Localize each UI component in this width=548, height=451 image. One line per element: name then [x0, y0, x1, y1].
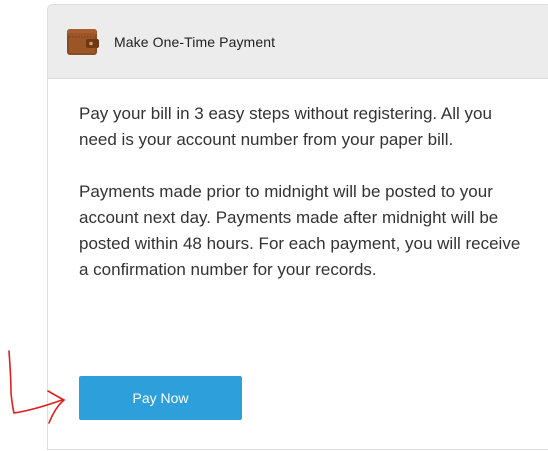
wallet-icon: [66, 25, 100, 59]
card-title: Make One-Time Payment: [114, 33, 276, 50]
pay-now-button[interactable]: Pay Now: [79, 376, 242, 420]
card-body: Pay your bill in 3 easy steps without re…: [48, 79, 548, 283]
instructions-paragraph: Pay your bill in 3 easy steps without re…: [79, 104, 492, 149]
card-header: Make One-Time Payment: [48, 5, 548, 79]
page: Make One-Time Payment Pay your bill in 3…: [0, 0, 548, 451]
posting-info-paragraph: Payments made prior to midnight will be …: [79, 182, 521, 279]
payment-card: Make One-Time Payment Pay your bill in 3…: [47, 4, 548, 450]
